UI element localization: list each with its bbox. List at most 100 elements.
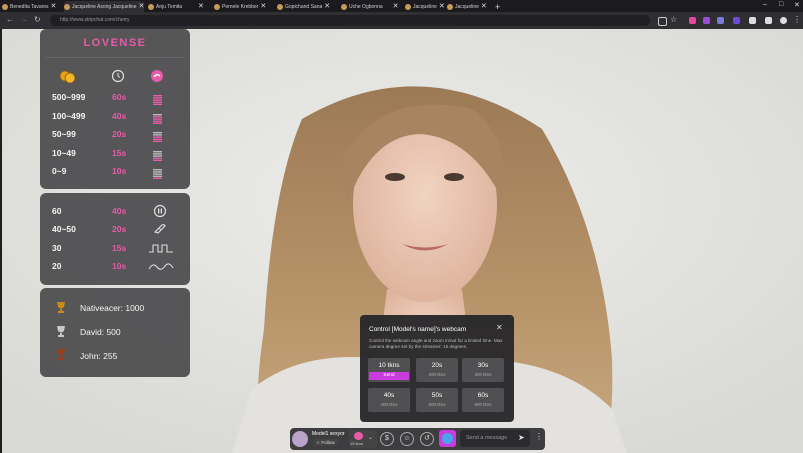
emoji-button[interactable]: ☺ <box>400 432 414 446</box>
pattern-amount: 30 <box>52 243 62 253</box>
level-time: 20s <box>112 129 127 139</box>
history-button[interactable]: ↺ <box>420 432 434 446</box>
lovense-toy-icon <box>150 69 164 88</box>
pattern-time: 20s <box>112 224 127 234</box>
level-time: 10s <box>112 166 127 176</box>
silver-trophy-icon <box>54 324 68 343</box>
browser-menu-icon[interactable]: ⋮ <box>793 15 801 24</box>
extension-bolt-icon[interactable] <box>733 17 740 24</box>
forward-icon[interactable]: → <box>20 15 28 24</box>
close-tab-icon[interactable]: ✕ <box>260 3 266 10</box>
level-range: 0~9 <box>52 166 67 176</box>
lovense-toy-menu[interactable]: 15 tkns ⌄ <box>349 430 377 448</box>
option-50s[interactable]: 50s 500 tkns <box>416 388 458 412</box>
tab-jacqueline-2[interactable]: Jacqueline ✕ <box>447 1 493 12</box>
tab-pernele[interactable]: Pernele Krebber ✕ <box>214 1 274 12</box>
wave-icon <box>148 260 174 278</box>
minimize-icon[interactable]: – <box>763 1 767 8</box>
rotate-icon <box>153 222 167 241</box>
level-range: 100~499 <box>52 111 86 121</box>
intensity-bars-icon <box>153 92 162 110</box>
close-tab-icon[interactable]: ✕ <box>198 3 204 10</box>
star-icon: ☆ <box>316 440 321 445</box>
pattern-amount: 60 <box>52 206 62 216</box>
bronze-trophy-icon <box>54 347 68 366</box>
webcam-control-button[interactable] <box>439 430 456 447</box>
favicon-icon <box>405 3 411 10</box>
follow-button[interactable]: ☆ Follow <box>313 439 338 446</box>
pattern-time: 10s <box>112 261 127 271</box>
extension-check-icon[interactable] <box>703 17 710 24</box>
gold-trophy-icon <box>54 300 68 319</box>
pulse-icon <box>148 241 174 259</box>
pattern-time: 15s <box>112 243 127 253</box>
level-range: 10~49 <box>52 148 76 158</box>
level-time: 60s <box>112 92 127 102</box>
tab-gopichand[interactable]: Gopichand Sana ✕ <box>277 1 339 12</box>
tab-jacqueline-asong[interactable]: Jacqueline Asong Jacqueline ✕ <box>64 1 144 12</box>
pattern-amount: 40~50 <box>52 224 76 234</box>
bookmark-star-icon[interactable]: ☆ <box>670 15 677 24</box>
avatar[interactable] <box>292 431 308 447</box>
extension-heart-icon[interactable] <box>689 17 696 24</box>
popup-description: Control the webcam angle and zoom in/out… <box>369 338 503 349</box>
chevron-down-icon: ⌄ <box>368 435 374 441</box>
level-range: 50~99 <box>52 129 76 139</box>
browser-toolbar: ← → ↻ http://www.stripchat.com/cherry ☆ … <box>0 12 803 29</box>
close-tab-icon[interactable]: ✕ <box>481 3 487 10</box>
tab-jacqueline-1[interactable]: Jacqueline ✕ <box>405 1 445 12</box>
send-button[interactable]: Send <box>369 372 409 380</box>
maximize-icon[interactable]: □ <box>779 1 783 8</box>
popup-title: Control [Model's name]'s webcam <box>369 326 467 333</box>
webcam-control-popup: Control [Model's name]'s webcam ✕ Contro… <box>360 315 514 422</box>
close-icon[interactable]: ✕ <box>496 323 503 332</box>
close-tab-icon[interactable]: ✕ <box>393 3 399 10</box>
more-options-icon[interactable]: ⋮ <box>535 432 543 441</box>
favicon-icon <box>64 3 70 10</box>
option-10-tkns[interactable]: 10 tkns Send <box>368 358 410 382</box>
option-40s[interactable]: 40s 400 tkns <box>368 388 410 412</box>
new-tab-button[interactable]: + <box>495 1 503 12</box>
close-tab-icon[interactable]: ✕ <box>324 3 330 10</box>
extension-discord-icon[interactable] <box>749 17 756 24</box>
close-tab-icon[interactable]: ✕ <box>439 3 445 10</box>
tab-benedita[interactable]: Benedita Tavares ✕ <box>2 1 62 12</box>
pause-icon <box>153 204 167 223</box>
close-tab-icon[interactable]: ✕ <box>139 3 145 10</box>
address-bar[interactable] <box>50 15 650 26</box>
pattern-time: 40s <box>112 206 127 216</box>
level-time: 15s <box>112 148 127 158</box>
tab-uche[interactable]: Uche Ogbonna ✕ <box>341 1 403 12</box>
camera-icon <box>442 433 453 444</box>
message-input[interactable]: Send a message <box>466 435 507 441</box>
extension-ai-icon[interactable] <box>717 17 724 24</box>
extension-puzzle-icon[interactable] <box>765 17 772 24</box>
extension-media-icon[interactable] <box>780 17 787 24</box>
back-icon[interactable]: ← <box>6 15 14 24</box>
close-window-icon[interactable]: ✕ <box>794 1 800 9</box>
level-time: 40s <box>112 111 127 121</box>
browser-tab-bar: Benedita Tavares ✕ Jacqueline Asong Jacqu… <box>0 0 803 12</box>
pattern-amount: 20 <box>52 261 62 271</box>
option-60s[interactable]: 60s 600 tkns <box>462 388 504 412</box>
url-text: http://www.stripchat.com/cherry <box>60 17 130 23</box>
tab-anju[interactable]: Anju Tomita ✕ <box>148 1 210 12</box>
intensity-bars-icon <box>153 111 162 129</box>
option-20s[interactable]: 20s 200 tkns <box>416 358 458 382</box>
tip-dollar-button[interactable]: $ <box>380 432 394 446</box>
favicon-icon <box>148 3 154 10</box>
favicon-icon <box>447 3 453 10</box>
favicon-icon <box>277 3 283 10</box>
level-range: 500~999 <box>52 92 86 102</box>
intensity-bars-icon <box>153 148 162 166</box>
lovense-levels-panel <box>40 29 190 189</box>
close-tab-icon[interactable]: ✕ <box>51 3 57 10</box>
favicon-icon <box>341 3 347 10</box>
leader-entry: Nativeacer: 1000 <box>80 303 145 313</box>
lovense-logo: LOVENSE <box>83 37 147 49</box>
cast-icon[interactable] <box>658 17 667 26</box>
option-30s[interactable]: 30s 300 tkns <box>462 358 504 382</box>
reload-icon[interactable]: ↻ <box>34 15 41 24</box>
coins-icon <box>59 69 76 84</box>
send-message-icon[interactable]: ➤ <box>518 433 525 442</box>
